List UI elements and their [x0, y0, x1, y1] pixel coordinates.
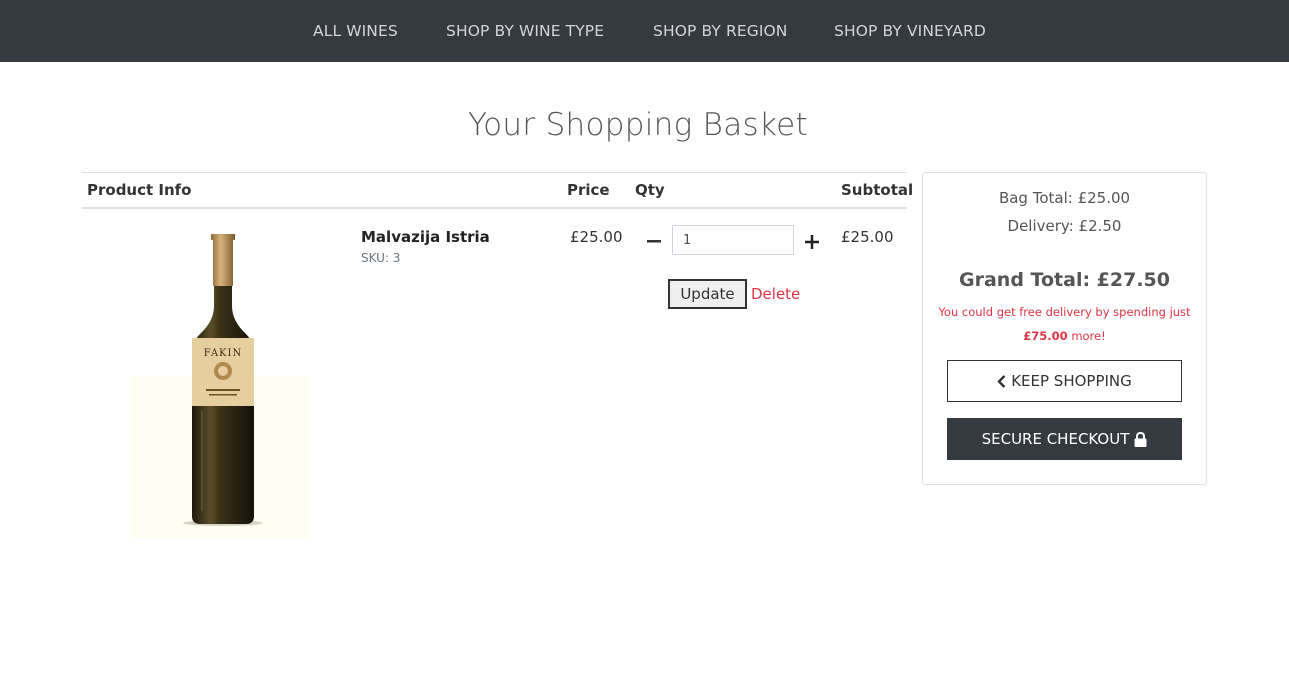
label-brand: FAKIN [204, 348, 242, 359]
delete-link[interactable]: Delete [751, 285, 800, 303]
update-button[interactable]: Update [668, 279, 747, 309]
header-price: Price [567, 181, 610, 199]
lock-icon [1134, 431, 1147, 447]
top-navigation: ALL WINES SHOP BY WINE TYPE SHOP BY REGI… [0, 0, 1289, 62]
minus-icon [647, 240, 661, 243]
free-delivery-suffix: more! [1071, 329, 1106, 343]
free-delivery-amount: £75.00 [1023, 329, 1068, 343]
nav-all-wines[interactable]: ALL WINES [313, 22, 398, 40]
header-product-info: Product Info [87, 181, 192, 199]
keep-shopping-label: KEEP SHOPPING [1011, 372, 1132, 390]
nav-shop-by-vineyard[interactable]: SHOP BY VINEYARD [834, 22, 986, 40]
product-name: Malvazija Istria [361, 228, 490, 246]
quantity-input[interactable] [672, 225, 794, 255]
free-delivery-message: You could get free delivery by spending … [938, 305, 1191, 319]
nav-shop-by-wine-type[interactable]: SHOP BY WINE TYPE [446, 22, 604, 40]
decrement-qty-button[interactable] [645, 230, 663, 252]
table-header-divider [82, 207, 907, 209]
chevron-left-icon [997, 374, 1006, 388]
nav-shop-by-region[interactable]: SHOP BY REGION [653, 22, 788, 40]
product-price: £25.00 [570, 228, 623, 246]
secure-checkout-button[interactable]: SECURE CHECKOUT [947, 418, 1182, 460]
increment-qty-button[interactable] [803, 230, 821, 252]
header-qty: Qty [635, 181, 665, 199]
header-subtotal: Subtotal [841, 181, 914, 199]
free-delivery-amount-line: £75.00 more! [923, 329, 1206, 343]
secure-checkout-label: SECURE CHECKOUT [981, 430, 1130, 448]
bag-total: Bag Total: £25.00 [998, 189, 1131, 207]
keep-shopping-button[interactable]: KEEP SHOPPING [947, 360, 1182, 402]
product-image[interactable]: FAKIN [130, 226, 310, 538]
order-summary: Bag Total: £25.00 Delivery: £2.50 Grand … [922, 172, 1207, 485]
plus-icon [805, 235, 819, 249]
grand-total: Grand Total: £27.50 [959, 269, 1170, 291]
page-title: Your Shopping Basket [468, 107, 808, 143]
product-sku: SKU: 3 [361, 251, 401, 265]
delivery-cost: Delivery: £2.50 [1007, 217, 1122, 235]
product-subtotal: £25.00 [841, 228, 894, 246]
table-top-divider [82, 172, 907, 173]
